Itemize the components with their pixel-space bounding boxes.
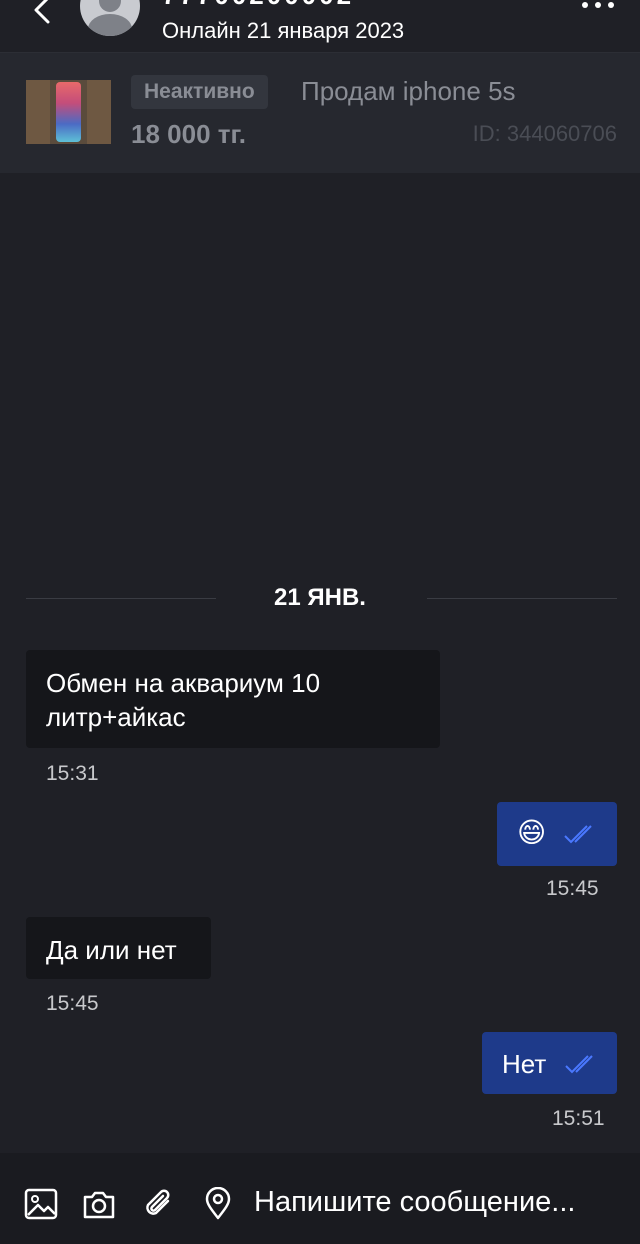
double-check-icon [564, 825, 592, 844]
thumbnail-right-edge [87, 80, 111, 144]
more-dots-icon[interactable] [580, 0, 616, 14]
message-bubble-outgoing[interactable]: Нет [482, 1032, 617, 1094]
message-bubble-outgoing[interactable]: 😄 [497, 802, 617, 866]
message-time: 15:45 [46, 992, 99, 1015]
message-time: 15:31 [46, 762, 99, 785]
contact-name: 77700200002 [162, 0, 354, 11]
message-bubble-incoming[interactable]: Обмен на аквариум 10 литр+айкас [26, 650, 440, 748]
back-arrow-icon[interactable] [28, 0, 58, 28]
message-text: Нет [502, 1049, 547, 1079]
chat-header: 77700200002 Онлайн 21 января 2023 [0, 0, 640, 53]
thumbnail-phone-image [56, 82, 81, 142]
thumbnail-left-edge [26, 80, 50, 144]
status-badge: Неактивно [131, 75, 268, 109]
avatar-head [99, 0, 121, 12]
message-text: 😄 [517, 817, 547, 848]
message-text: Обмен на аквариум 10 литр+айкас [46, 668, 321, 732]
double-check-icon [565, 1055, 593, 1074]
location-pin-icon[interactable] [201, 1187, 235, 1221]
message-text: Да или нет [46, 935, 177, 965]
listing-price: 18 000 тг. [131, 119, 246, 149]
avatar-body [88, 14, 132, 36]
message-input[interactable]: Напишите сообщение... [254, 1186, 575, 1219]
listing-thumbnail [26, 80, 111, 144]
listing-id: ID: 344060706 [472, 121, 617, 146]
message-time: 15:51 [552, 1107, 605, 1130]
online-status: Онлайн 21 января 2023 [162, 18, 405, 43]
image-icon[interactable] [24, 1187, 58, 1221]
message-bubble-incoming[interactable]: Да или нет [26, 917, 211, 979]
avatar[interactable] [80, 0, 140, 36]
camera-icon[interactable] [82, 1187, 116, 1221]
date-separator: 21 ЯНВ. [274, 584, 366, 611]
listing-card[interactable] [0, 53, 640, 173]
paperclip-icon[interactable] [142, 1187, 176, 1221]
message-time: 15:45 [546, 877, 599, 900]
listing-title: Продам iphone 5s [301, 76, 516, 106]
